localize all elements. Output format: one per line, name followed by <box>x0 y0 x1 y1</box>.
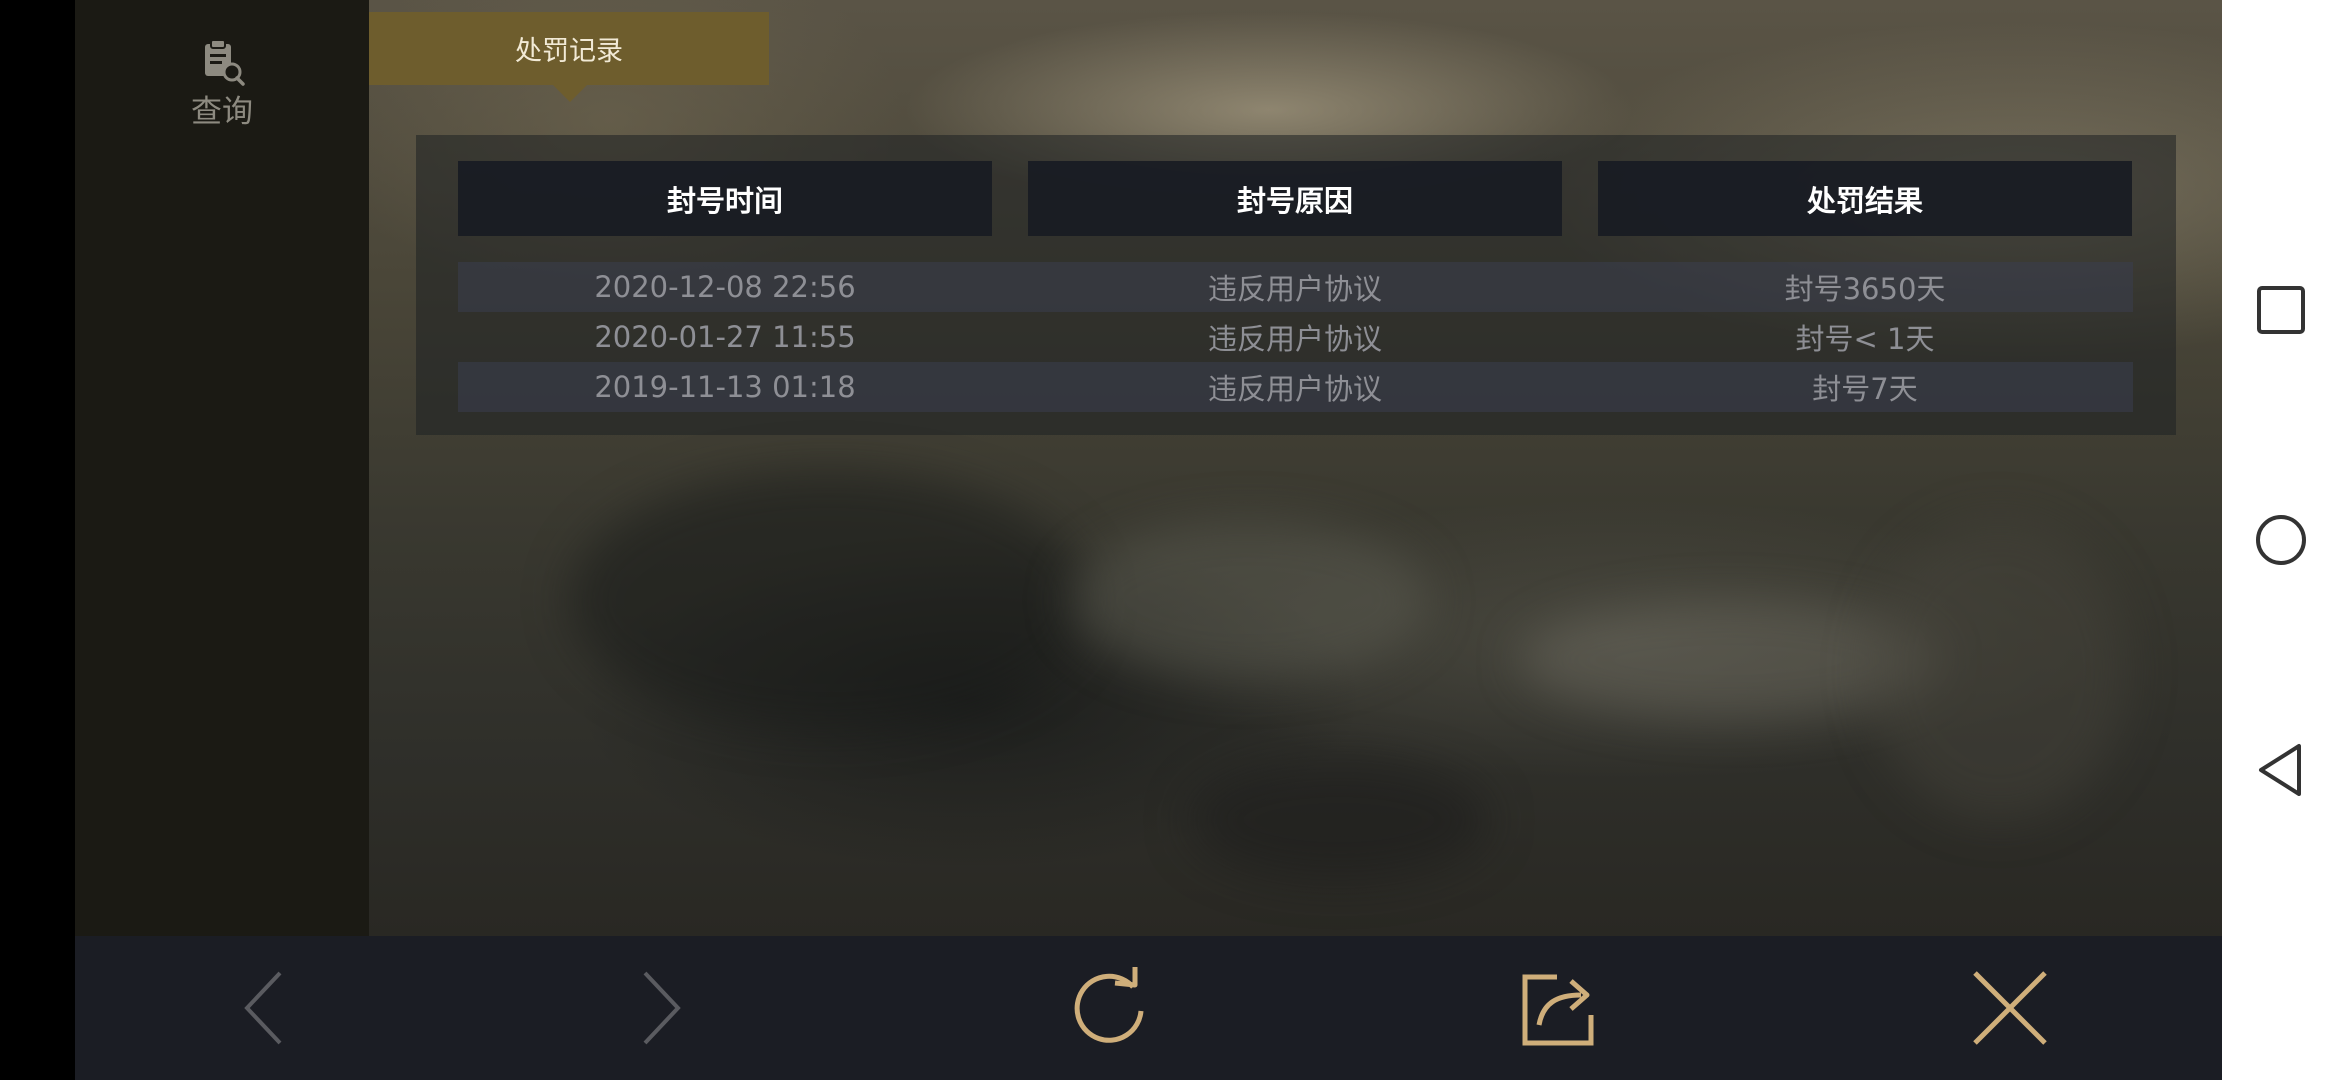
refresh-button[interactable] <box>1050 936 1170 1080</box>
recent-apps-icon <box>2257 286 2305 334</box>
recent-apps-button[interactable] <box>2236 265 2326 355</box>
table-row: 2019-11-13 01:18 违反用户协议 封号7天 <box>458 362 2133 412</box>
punishment-result-cell: 封号3650天 <box>1784 272 1946 306</box>
close-icon <box>1973 971 2047 1045</box>
ban-reason-cell: 违反用户协议 <box>1207 272 1382 306</box>
browser-toolbar <box>75 936 2222 1080</box>
header-ban-time: 封号时间 <box>458 161 992 236</box>
punishment-result-cell: 封号7天 <box>1812 372 1918 406</box>
tab-punishment-records[interactable]: 处罚记录 <box>369 12 769 85</box>
share-icon <box>1522 974 1594 1046</box>
records-table: 封号时间 封号原因 处罚结果 2020-12-08 22:56 违反用户协议 封… <box>416 135 2176 435</box>
ban-time-cell: 2020-12-08 22:56 <box>594 270 856 304</box>
forward-button[interactable] <box>600 936 720 1080</box>
close-button[interactable] <box>1950 936 2070 1080</box>
system-back-button[interactable] <box>2236 725 2326 815</box>
tab-pointer <box>553 85 587 102</box>
refresh-icon <box>1074 967 1144 1043</box>
left-edge-strip <box>0 0 75 1080</box>
ban-reason-cell: 违反用户协议 <box>1207 322 1382 356</box>
ban-reason-cell: 违反用户协议 <box>1207 372 1382 406</box>
punishment-result-cell: 封号< 1天 <box>1795 322 1935 356</box>
ban-time-cell: 2019-11-13 01:18 <box>594 370 856 404</box>
home-button[interactable] <box>2236 495 2326 585</box>
back-button[interactable] <box>205 936 325 1080</box>
side-panel <box>75 0 369 936</box>
table-row: 2020-01-27 11:55 违反用户协议 封号< 1天 <box>458 312 2133 362</box>
clipboard-search-icon <box>205 39 245 86</box>
share-button[interactable] <box>1500 936 1620 1080</box>
table-row: 2020-12-08 22:56 违反用户协议 封号3650天 <box>458 262 2133 312</box>
system-navigation-bar <box>2222 0 2340 1080</box>
back-icon <box>2259 744 2301 796</box>
query-button[interactable]: 查询 <box>147 30 297 140</box>
query-label: 查询 <box>191 94 253 130</box>
home-icon <box>2256 515 2306 565</box>
back-arrow-icon <box>244 971 282 1045</box>
tab-label: 处罚记录 <box>515 36 623 67</box>
header-punishment-result: 处罚结果 <box>1598 161 2132 236</box>
header-ban-reason: 封号原因 <box>1028 161 1562 236</box>
forward-arrow-icon <box>643 971 681 1045</box>
ban-time-cell: 2020-01-27 11:55 <box>594 320 856 354</box>
